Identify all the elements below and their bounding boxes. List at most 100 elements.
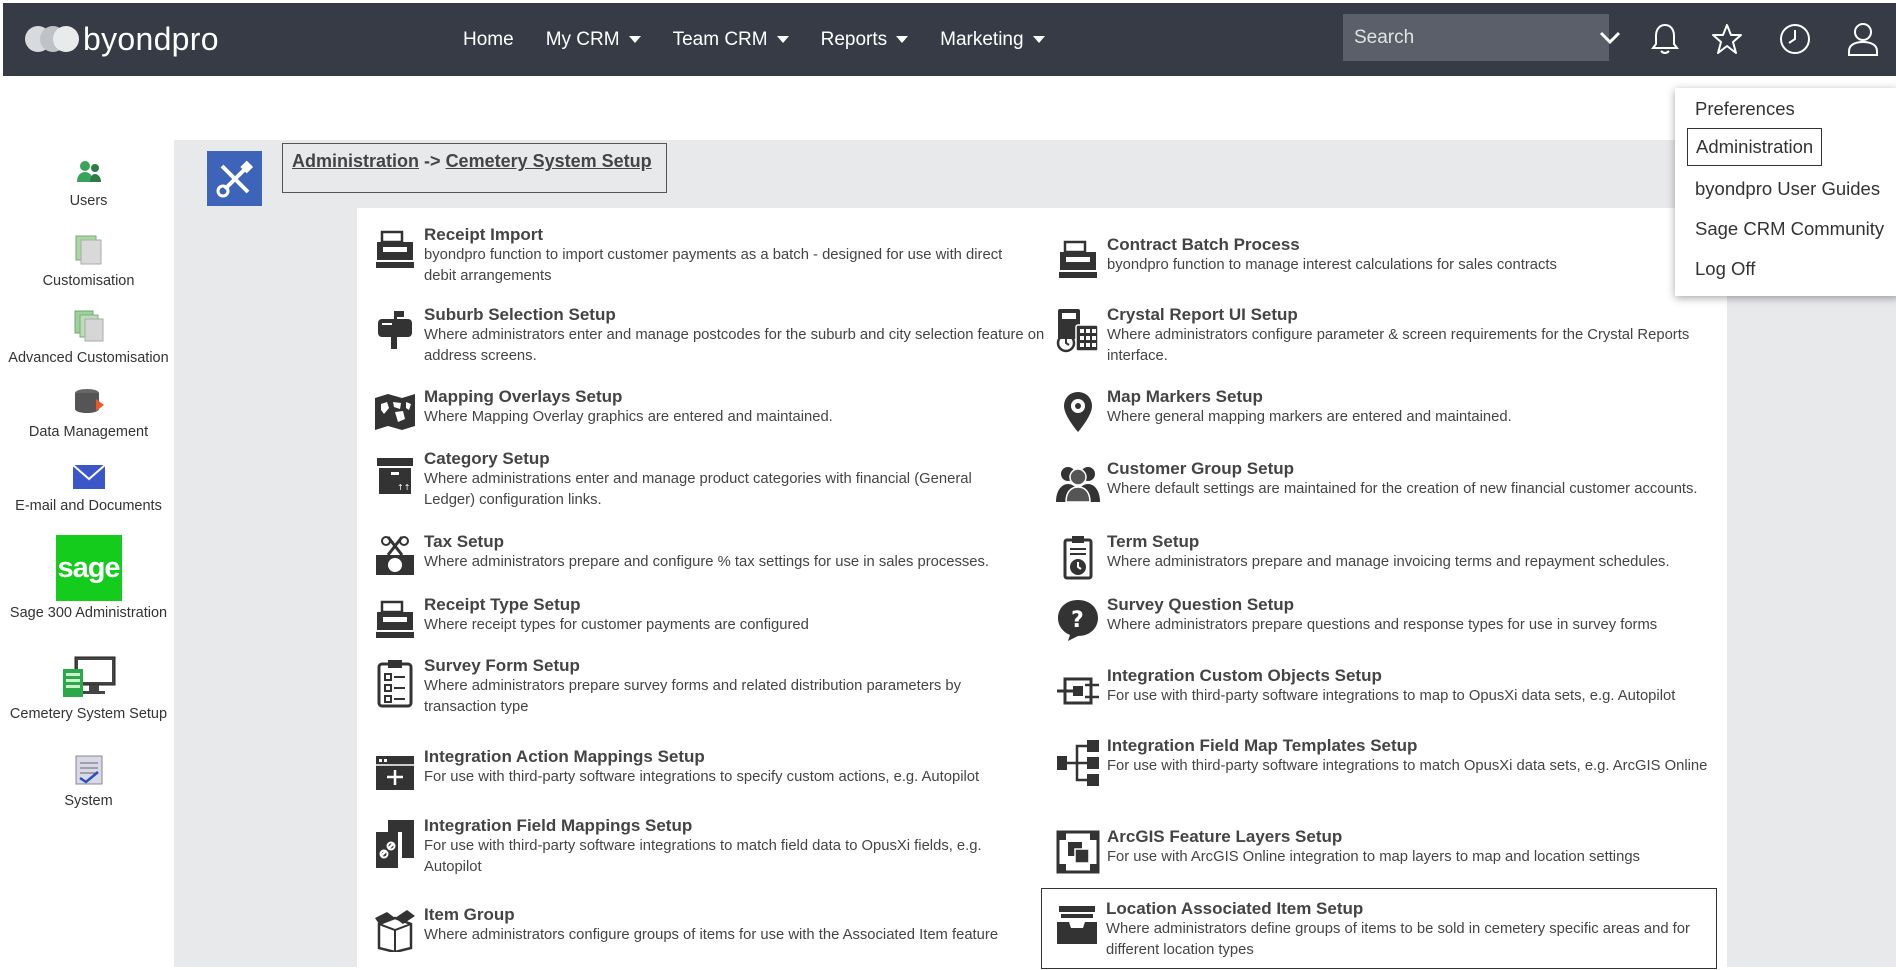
term-icon [1054,533,1102,581]
bell-icon[interactable] [1643,17,1687,61]
entry-integration-action-mappings-setup[interactable]: Integration Action Mappings Setup For use… [371,746,1031,796]
sidebar-item-system[interactable]: System [3,754,174,809]
brand-name: byondpro [83,20,219,57]
breadcrumb-administration-link[interactable]: Administration [292,151,419,171]
nav-team-crm[interactable]: Team CRM [673,29,789,51]
advanced-customisation-icon [3,309,174,347]
sidebar-item-label: Cemetery System Setup [9,706,168,722]
sidebar-item-users[interactable]: Users [3,158,174,209]
entry-survey-form-setup[interactable]: Survey Form Setup Where administrators pr… [371,655,991,718]
search-input[interactable] [1343,26,1599,49]
nav-marketing[interactable]: Marketing [940,29,1045,51]
entry-description: Where general mapping markers are entere… [1107,409,1512,425]
clipboard-icon [371,657,419,709]
entry-description: Where administrators configure groups of… [424,927,999,943]
world-map-icon [371,388,419,436]
sidebar-item-label: Users [69,193,108,209]
entry-integration-custom-objects-setup[interactable]: Integration Custom Objects Setup For use … [1054,665,1734,715]
entry-map-markers-setup[interactable]: Map Markers Setup Where general mapping m… [1054,386,1714,436]
entry-customer-group-setup[interactable]: Customer Group Setup Where default settin… [1054,458,1734,508]
logo-circles-icon [25,24,81,54]
entry-description: Where default settings are maintained fo… [1107,481,1698,497]
entry-tax-setup[interactable]: Tax Setup Where administrators prepare an… [371,531,1031,581]
system-icon [3,754,174,790]
sidebar-item-customisation[interactable]: Customisation [3,234,174,289]
calculator-icon [1054,306,1102,354]
entry-arcgis-feature-layers-setup[interactable]: ArcGIS Feature Layers Setup For use with … [1054,826,1714,876]
box-icon: ↑↑ [371,450,419,498]
entry-description: Where administrators define groups of it… [1106,921,1690,958]
menu-item-administration[interactable]: Administration [1687,128,1823,166]
entry-description: Where administrators enter and manage po… [424,327,1045,364]
app-frame: byondpro Home My CRM Team CRM Reports Ma… [3,3,1896,969]
brand-logo[interactable]: byondpro [25,21,219,57]
nav-team-crm-label: Team CRM [672,28,768,50]
entry-location-associated-item-setup[interactable]: Location Associated Item Setup Where admi… [1041,888,1717,969]
entry-integration-field-map-templates-setup[interactable]: Integration Field Map Templates Setup For… [1054,735,1714,789]
main-nav: Home My CRM Team CRM Reports Marketing [463,3,1077,76]
entry-description: Where receipt types for customer payment… [424,617,809,633]
sidebar-item-sage-300[interactable]: sage Sage 300 Administration [3,535,174,621]
chevron-down-icon[interactable] [1599,14,1621,61]
setup-panel: Receipt Import byondpro function to impor… [357,208,1727,969]
menu-item-preferences[interactable]: Preferences [1695,98,1795,120]
sidebar-item-cemetery-setup[interactable]: Cemetery System Setup [3,655,174,722]
nav-home[interactable]: Home [463,29,514,51]
sidebar-item-email-documents[interactable]: E-mail and Documents [3,463,174,514]
entry-mapping-overlays-setup[interactable]: Mapping Overlays Setup Where Mapping Over… [371,386,1031,436]
entry-title: Survey Form Setup [424,656,580,675]
entry-description: Where Mapping Overlay graphics are enter… [424,409,833,425]
entry-title: Category Setup [424,449,550,468]
breadcrumb-current-link[interactable]: Cemetery System Setup [446,151,652,171]
entry-description: byondpro function to manage interest cal… [1107,257,1557,273]
menu-item-user-guides[interactable]: byondpro User Guides [1695,178,1880,200]
entry-receipt-type-setup[interactable]: Receipt Type Setup Where receipt types fo… [371,594,1031,644]
caret-down-icon [628,36,641,43]
nav-reports[interactable]: Reports [821,29,909,51]
sidebar-item-advanced-customisation[interactable]: Advanced Customisation [3,309,174,366]
open-box-icon [371,906,419,954]
entry-description: Where administrators prepare survey form… [424,678,962,715]
menu-item-sage-crm-community[interactable]: Sage CRM Community [1695,218,1884,240]
nav-my-crm[interactable]: My CRM [546,29,641,51]
entry-receipt-import[interactable]: Receipt Import byondpro function to impor… [371,224,1031,287]
users-icon [3,158,174,190]
entry-description: Where administrations enter and manage p… [424,471,972,508]
sidebar-item-label: Customisation [42,273,135,289]
entry-title: Tax Setup [424,532,504,551]
sidebar-item-data-management[interactable]: Data Management [3,387,174,440]
entry-title: Integration Field Map Templates Setup [1107,736,1418,755]
user-icon[interactable] [1841,17,1885,61]
entry-title: Integration Field Mappings Setup [424,816,693,835]
entry-description: Where administrators configure parameter… [1107,327,1690,364]
entry-description: For use with ArcGIS Online integration t… [1107,849,1640,865]
data-management-icon [3,387,174,421]
star-icon[interactable] [1705,17,1749,61]
entry-term-setup[interactable]: Term Setup Where administrators prepare a… [1054,531,1714,581]
entry-title: Integration Action Mappings Setup [424,747,705,766]
customisation-icon [3,234,174,270]
entry-title: Item Group [424,905,515,924]
entry-description: Where administrators prepare and manage … [1107,554,1670,570]
clock-icon[interactable] [1773,17,1817,61]
entry-contract-batch-process[interactable]: Contract Batch Process byondpro function … [1054,234,1714,284]
window-add-icon [371,748,419,796]
entry-category-setup[interactable]: ↑↑ Category Setup Where administrations e… [371,448,991,511]
archive-icon [1053,900,1101,948]
menu-item-log-off[interactable]: Log Off [1695,258,1755,280]
entry-survey-question-setup[interactable]: ? Survey Question Setup Where administrat… [1054,594,1714,644]
entry-item-group[interactable]: Item Group Where administrators configure… [371,904,1031,954]
breadcrumb: Administration -> Cemetery System Setup [282,143,667,193]
entry-suburb-selection-setup[interactable]: Suburb Selection Setup Where administrato… [371,304,1051,367]
nav-home-label: Home [463,28,514,50]
entry-title: Suburb Selection Setup [424,305,616,324]
register-icon [371,226,419,274]
group-icon [1054,460,1102,508]
entry-title: Receipt Import [424,225,544,244]
question-icon: ? [1054,596,1102,644]
entry-integration-field-mappings-setup[interactable]: Integration Field Mappings Setup For use … [371,815,1031,878]
email-icon [3,463,174,495]
breadcrumb-separator: -> [424,151,441,171]
entry-crystal-report-ui-setup[interactable]: Crystal Report UI Setup Where administrat… [1054,304,1714,367]
entry-description: byondpro function to import customer pay… [424,247,1003,284]
